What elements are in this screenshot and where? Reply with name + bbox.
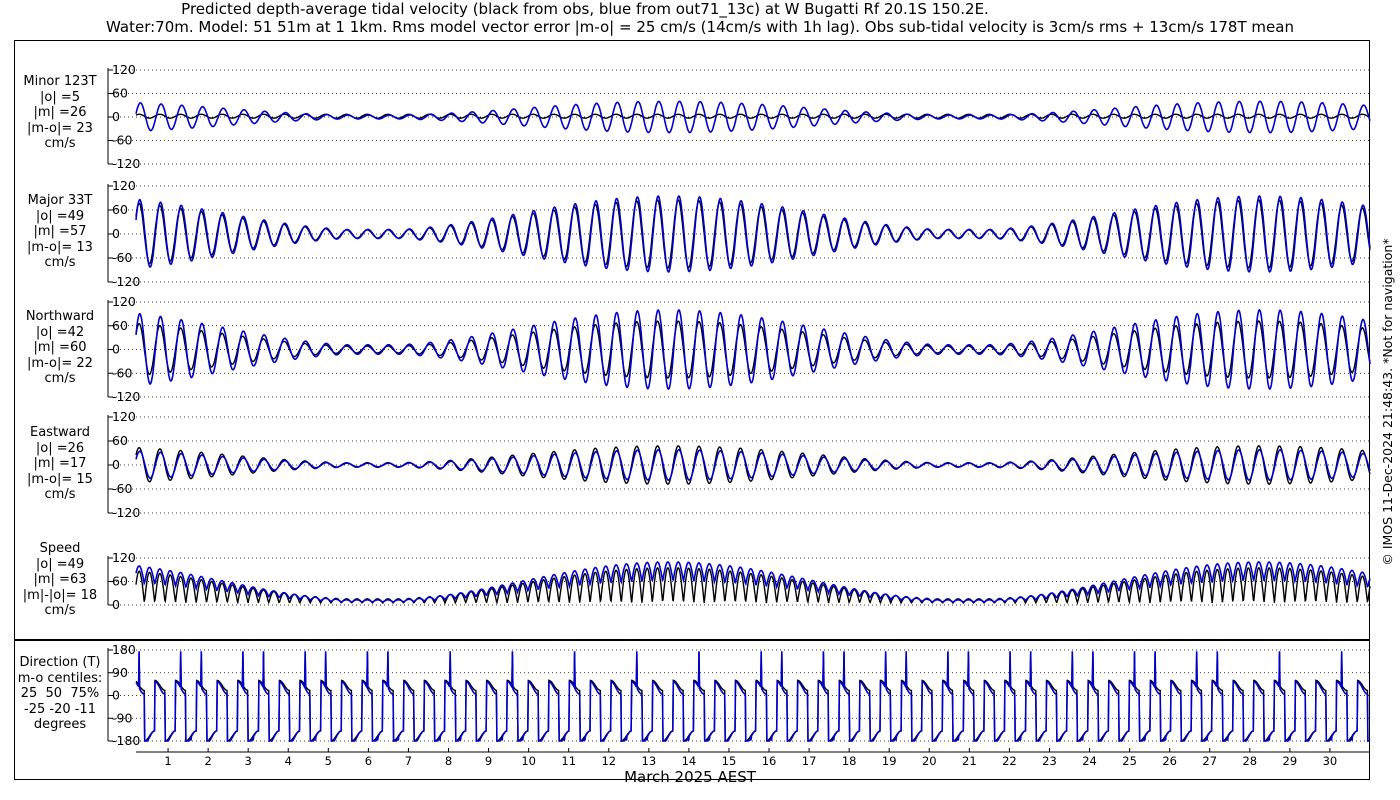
eastward-ytick-label: 60 — [112, 433, 128, 448]
northward-ytick-label: -60 — [112, 365, 132, 380]
x-tick-label: 3 — [245, 754, 252, 768]
x-tick-label: 22 — [1002, 754, 1017, 768]
x-tick-label: 8 — [445, 754, 452, 768]
x-tick-label: 17 — [802, 754, 817, 768]
direction-ytick-label: -180 — [112, 733, 140, 748]
x-tick-label: 10 — [521, 754, 536, 768]
x-tick-label: 5 — [325, 754, 332, 768]
x-tick-label: 27 — [1202, 754, 1217, 768]
x-tick-label: 23 — [1042, 754, 1057, 768]
x-tick-label: 30 — [1323, 754, 1338, 768]
x-tick-label: 28 — [1242, 754, 1257, 768]
direction-ytick-label: 0 — [112, 688, 120, 703]
x-tick-label: 25 — [1122, 754, 1137, 768]
minor-ytick-label: -120 — [112, 156, 140, 171]
minor-ytick-label: 120 — [112, 62, 136, 77]
direction-ytick-label: 180 — [112, 642, 136, 657]
eastward-ytick-label: -120 — [112, 505, 140, 520]
x-tick-label: 6 — [365, 754, 372, 768]
x-tick-label: 20 — [922, 754, 937, 768]
major-ytick-label: -60 — [112, 250, 132, 265]
x-tick-label: 1 — [164, 754, 171, 768]
eastward-ytick-label: -60 — [112, 481, 132, 496]
minor-ytick-label: 60 — [112, 86, 128, 101]
tidal-velocity-plot: 120600-60-120120600-60-120120600-60-1201… — [107, 62, 1371, 768]
eastward-ytick-label: 120 — [112, 409, 136, 424]
x-tick-label: 14 — [682, 754, 697, 768]
x-tick-label: 29 — [1283, 754, 1298, 768]
major-ytick-label: 60 — [112, 202, 128, 217]
x-tick-label: 18 — [842, 754, 857, 768]
direction-ytick-label: -90 — [112, 710, 132, 725]
major-ytick-label: -120 — [112, 274, 140, 289]
speed-ytick-label: 120 — [112, 550, 136, 565]
x-tick-label: 15 — [722, 754, 737, 768]
x-tick-label: 16 — [762, 754, 777, 768]
x-axis-label: March 2025 AEST — [624, 768, 756, 786]
minor-ytick-label: -60 — [112, 133, 132, 148]
x-tick-label: 26 — [1162, 754, 1177, 768]
northward-ytick-label: 120 — [112, 294, 136, 309]
northward-ytick-label: -120 — [112, 389, 140, 404]
x-tick-label: 11 — [561, 754, 576, 768]
northward-ytick-label: 0 — [112, 342, 120, 357]
direction-model-series — [135, 651, 1370, 742]
x-tick-label: 9 — [485, 754, 492, 768]
major-ytick-label: 120 — [112, 178, 136, 193]
x-tick-label: 12 — [601, 754, 616, 768]
credit-note: © IMOS 11-Dec-2024 21:48:43. *Not for na… — [1380, 238, 1395, 566]
eastward-ytick-label: 0 — [112, 457, 120, 472]
x-tick-label: 4 — [285, 754, 292, 768]
minor-ytick-label: 0 — [112, 109, 120, 124]
x-tick-label: 7 — [405, 754, 412, 768]
x-tick-label: 2 — [204, 754, 211, 768]
major-ytick-label: 0 — [112, 226, 120, 241]
speed-ytick-label: 0 — [112, 597, 120, 612]
x-tick-label: 21 — [962, 754, 977, 768]
speed-ytick-label: 60 — [112, 574, 128, 589]
x-tick-label: 13 — [642, 754, 657, 768]
x-tick-label: 19 — [882, 754, 897, 768]
direction-ytick-label: 90 — [112, 665, 128, 680]
x-tick-label: 24 — [1082, 754, 1097, 768]
northward-ytick-label: 60 — [112, 318, 128, 333]
